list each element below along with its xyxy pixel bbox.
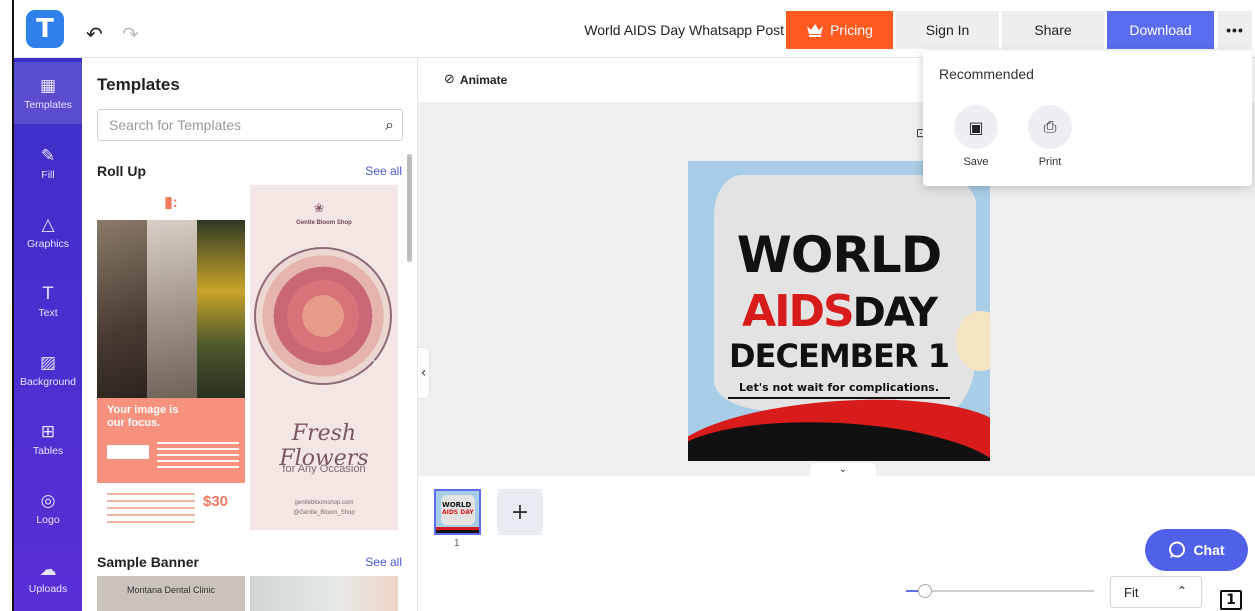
more-options-button[interactable]: •••	[1218, 11, 1252, 49]
chat-label: Chat	[1193, 542, 1225, 558]
tables-icon: ⊞	[40, 421, 56, 442]
template-price: $30	[203, 493, 229, 510]
nav-item-graphics[interactable]: △ Graphics	[14, 201, 82, 263]
nav-label: Templates	[24, 98, 72, 111]
add-page-button[interactable]: +	[497, 489, 543, 535]
print-label: Print	[1038, 156, 1062, 168]
nav-label: Graphics	[26, 237, 69, 250]
left-nav: ▦ Templates ✎ Fill △ Graphics T Text ▨ B…	[14, 58, 82, 611]
nav-item-uploads[interactable]: ☁ Uploads	[14, 546, 82, 608]
nav-label: Tables	[32, 444, 64, 457]
chat-bubble-icon	[1169, 541, 1186, 558]
animate-button[interactable]: ⊘ Animate	[444, 72, 507, 87]
nav-item-fill[interactable]: ✎ Fill	[14, 132, 82, 194]
animate-label: Animate	[459, 72, 508, 87]
banner-text: Montana Dental Clinic	[127, 585, 216, 595]
templates-icon: ▦	[39, 75, 57, 96]
logo-icon: ◎	[40, 490, 56, 511]
canvas-text-date[interactable]: DECEMBER 1	[688, 336, 990, 376]
collapse-panel-chevron-left-icon[interactable]: ‹	[418, 347, 430, 399]
animate-icon: ⊘	[444, 72, 455, 87]
template-card-banner-1[interactable]: Montana Dental Clinic	[97, 576, 245, 611]
chevron-down-icon[interactable]: ⌄	[810, 463, 876, 477]
more-options-dropdown: Recommended ▣ Save ⎙ Print	[923, 51, 1252, 186]
crown-icon	[807, 24, 824, 37]
sign-in-button[interactable]: Sign In	[896, 11, 999, 49]
see-all-roll-up-link[interactable]: See all	[365, 164, 402, 178]
window-edge	[0, 0, 14, 611]
chevron-right-icon[interactable]: ›	[372, 355, 378, 371]
zoom-fit-label: Fit	[1124, 585, 1139, 600]
nav-label: Background	[19, 375, 77, 388]
chat-button[interactable]: Chat	[1145, 529, 1248, 571]
nav-item-tables[interactable]: ⊞ Tables	[14, 408, 82, 470]
search-box: ⌕	[97, 109, 403, 141]
template-card-banner-2[interactable]	[250, 576, 398, 611]
chevron-up-icon: ⌃	[1176, 584, 1187, 598]
nav-label: Fill	[41, 168, 55, 181]
document-title[interactable]: World AIDS Day Whatsapp Post	[534, 22, 784, 38]
save-icon: ▣	[954, 105, 998, 149]
zoom-slider[interactable]	[906, 590, 1094, 592]
page-thumbnail[interactable]: WORLD AIDS DAY	[434, 489, 481, 535]
zoom-fit-select[interactable]: Fit ⌃	[1110, 576, 1202, 608]
app-frame: T ↶ ↷ World AIDS Day Whatsapp Post Prici…	[0, 0, 1255, 611]
search-icon[interactable]: ⌕	[385, 115, 394, 135]
template-headline: Your image is our focus.	[107, 404, 179, 429]
undo-icon[interactable]: ↶	[86, 22, 103, 46]
nav-label: Text	[38, 306, 58, 319]
print-icon: ⎙	[1028, 105, 1072, 149]
pricing-label: Pricing	[830, 22, 873, 38]
share-button[interactable]: Share	[1002, 11, 1104, 49]
nav-item-logo[interactable]: ◎ Logo	[14, 477, 82, 539]
template-shop-name: Gentle Bloom Shop	[296, 220, 352, 226]
save-label: Save	[963, 156, 989, 168]
see-all-sample-banner-link[interactable]: See all	[365, 555, 402, 569]
template-contact: gentlebloomshop.com @Gentle_Bloom_Shop	[293, 500, 355, 516]
design-canvas[interactable]: WORLD AIDSDAY DECEMBER 1 Let's not wait …	[688, 161, 990, 461]
panel-title: Templates	[97, 75, 180, 94]
template-photos	[97, 220, 245, 398]
save-button[interactable]: ▣ Save	[952, 105, 1000, 168]
template-coral-block: Your image is our focus.	[97, 398, 245, 483]
template-card-rollup-1[interactable]: ▮: Your image is our focus. $30	[97, 185, 245, 530]
nav-item-templates[interactable]: ▦ Templates	[14, 62, 82, 124]
print-button[interactable]: ⎙ Print	[1026, 105, 1074, 168]
background-icon: ▨	[39, 352, 57, 373]
page-number: 1	[454, 538, 460, 549]
panel-scrollbar[interactable]	[407, 154, 412, 262]
text-icon: T	[42, 283, 54, 304]
app-logo[interactable]: T	[26, 10, 64, 48]
graphics-icon: △	[41, 214, 55, 235]
uploads-icon: ☁	[39, 559, 57, 580]
template-brand-mark: ▮:	[164, 194, 178, 211]
redo-icon[interactable]: ↷	[122, 22, 139, 46]
canvas-text-world[interactable]: WORLD	[688, 227, 990, 283]
zoom-slider-handle[interactable]	[918, 584, 932, 598]
template-card-rollup-2[interactable]: ❀ Gentle Bloom Shop › Fresh Flowers for …	[250, 185, 398, 530]
nav-label: Uploads	[28, 582, 68, 595]
lotus-icon: ❀	[314, 201, 325, 215]
fill-icon: ✎	[40, 145, 56, 166]
template-subtitle: for Any Occasion	[282, 463, 366, 475]
section-title-roll-up: Roll Up	[97, 163, 146, 179]
nav-label: Logo	[36, 513, 60, 526]
canvas-text-tagline[interactable]: Let's not wait for complications.	[728, 381, 950, 399]
page-count-icon[interactable]: 1	[1220, 590, 1242, 610]
section-title-sample-banner: Sample Banner	[97, 554, 199, 570]
pricing-button[interactable]: Pricing	[786, 11, 893, 49]
nav-item-text[interactable]: T Text	[14, 270, 82, 332]
search-input[interactable]	[109, 111, 369, 139]
download-button[interactable]: Download	[1107, 11, 1214, 49]
dropdown-title: Recommended	[939, 66, 1034, 82]
top-bar: T ↶ ↷ World AIDS Day Whatsapp Post Prici…	[14, 0, 1255, 58]
nav-item-background[interactable]: ▨ Background	[14, 339, 82, 401]
